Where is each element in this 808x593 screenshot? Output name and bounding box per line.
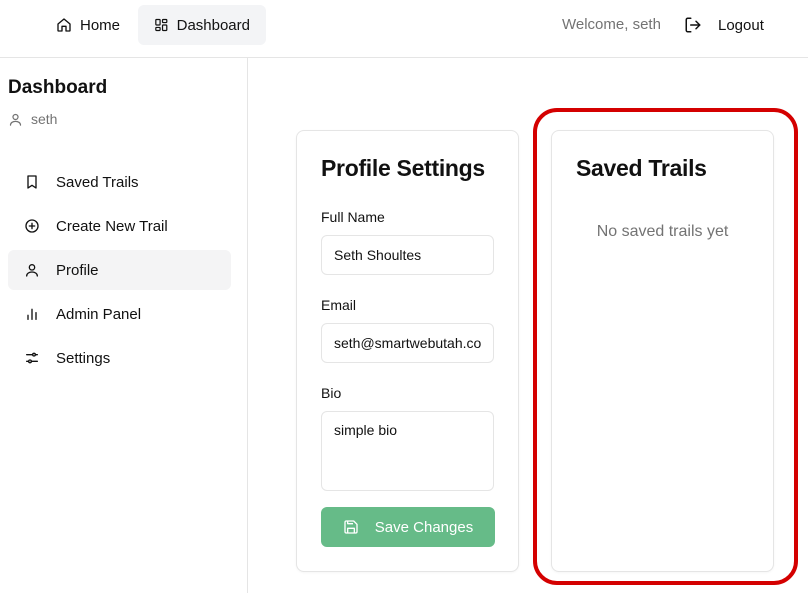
sidebar-item-create-new-trail[interactable]: Create New Trail (8, 206, 231, 246)
logout-icon (685, 17, 701, 33)
sidebar-item-profile[interactable]: Profile (8, 250, 231, 290)
email-label: Email (321, 297, 357, 313)
sidebar-item-label: Admin Panel (56, 305, 142, 323)
sidebar-item-settings[interactable]: Settings (8, 338, 231, 378)
plus-circle-icon (25, 219, 39, 233)
dashboard-label: Dashboard (176, 16, 250, 34)
save-changes-label: Save Changes (374, 518, 474, 536)
sidebar: Dashboard seth Saved Trails Create New T… (0, 58, 248, 593)
profile-settings-card: Profile Settings Full Name Email Bio sim… (296, 130, 519, 572)
dashboard-link[interactable]: Dashboard (138, 5, 266, 45)
home-link[interactable]: Home (40, 5, 136, 45)
user-icon (26, 264, 38, 277)
dashboard-icon (155, 18, 168, 32)
sidebar-item-label: Profile (56, 261, 99, 279)
full-name-label: Full Name (321, 209, 385, 225)
full-name-field[interactable] (321, 235, 494, 275)
bio-field[interactable]: simple bio (321, 411, 494, 491)
sidebar-item-label: Settings (56, 349, 111, 367)
email-field[interactable] (321, 323, 494, 363)
profile-settings-title: Profile Settings (321, 155, 485, 181)
sidebar-item-admin-panel[interactable]: Admin Panel (8, 294, 231, 334)
bio-label: Bio (321, 385, 342, 401)
welcome-text: Welcome, seth (562, 16, 661, 33)
sidebar-user: seth (8, 111, 57, 127)
save-icon (344, 520, 358, 534)
sidebar-item-saved-trails[interactable]: Saved Trails (8, 162, 231, 202)
sidebar-username: seth (31, 111, 58, 127)
top-nav: Home Dashboard Welcome, seth Logout (0, 0, 808, 58)
save-changes-button[interactable]: Save Changes (321, 507, 495, 547)
bar-chart-icon (27, 308, 37, 320)
sidebar-item-label: Saved Trails (56, 173, 139, 191)
highlight-annotation (533, 108, 798, 585)
bookmark-icon (27, 175, 37, 189)
home-label: Home (80, 16, 121, 34)
logout-button[interactable]: Logout (672, 5, 776, 45)
sidebar-title: Dashboard (8, 77, 108, 98)
logout-label: Logout (718, 16, 764, 34)
home-icon (57, 18, 71, 32)
sidebar-item-label: Create New Trail (56, 217, 168, 235)
sliders-icon (26, 352, 38, 364)
user-icon (9, 113, 22, 126)
